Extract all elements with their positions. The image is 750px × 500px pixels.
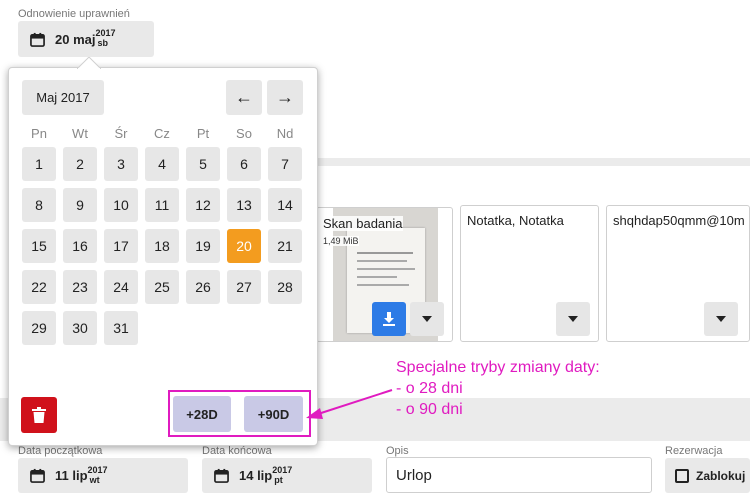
day-cell[interactable]: 25 (145, 270, 179, 304)
day-cell[interactable]: 26 (186, 270, 220, 304)
day-cell[interactable]: 28 (268, 270, 302, 304)
day-cell[interactable]: 23 (63, 270, 97, 304)
delete-date-button[interactable] (21, 397, 57, 433)
calendar-icon (30, 468, 45, 483)
day-cell[interactable]: 7 (268, 147, 302, 181)
day-cell[interactable]: 4 (145, 147, 179, 181)
checkbox-icon (675, 468, 689, 483)
calendar-icon (214, 468, 229, 483)
day-cell[interactable]: 15 (22, 229, 56, 263)
calendar-icon (30, 32, 45, 47)
file-card-scan[interactable]: Skan badania 1,49 MiB (316, 207, 453, 342)
day-cell[interactable]: 21 (268, 229, 302, 263)
weekday-label: Cz (154, 126, 170, 141)
trash-icon (32, 407, 46, 423)
description-input[interactable]: Urlop (386, 457, 652, 493)
renewal-day: 20 maj (55, 31, 96, 47)
renewal-label: Odnowienie uprawnień (18, 8, 130, 20)
scan-name: Skan badania (323, 216, 403, 231)
day-cell[interactable]: 31 (104, 311, 138, 345)
reservation-value: Zablokuj (696, 468, 746, 483)
renewal-weekday: sb (97, 38, 109, 48)
prev-month-button[interactable]: ← (226, 80, 262, 115)
chevron-down-icon (716, 316, 726, 322)
start-day: 11 lip (55, 468, 88, 483)
download-button[interactable] (372, 302, 406, 336)
reservation-toggle[interactable]: Zablokuj (665, 458, 750, 493)
file-card-email[interactable]: shqhdap50qmm@10m (606, 205, 750, 342)
start-year: 2017 (87, 464, 108, 475)
day-cell[interactable]: 18 (145, 229, 179, 263)
start-date-button[interactable]: 11 lip 2017 wt (18, 458, 188, 493)
download-icon (383, 312, 395, 326)
day-cell[interactable]: 5 (186, 147, 220, 181)
day-cell[interactable]: 24 (104, 270, 138, 304)
day-cell[interactable]: 22 (22, 270, 56, 304)
annotation-text: Specjalne tryby zmiany daty: - o 28 dni … (396, 357, 600, 420)
start-weekday: wt (89, 474, 100, 485)
day-cell-selected[interactable]: 20 (227, 229, 261, 263)
end-date-label: Data końcowa (202, 445, 272, 457)
annotation-line-3: - o 90 dni (396, 401, 463, 418)
end-date-button[interactable]: 14 lip 2017 pt (202, 458, 372, 493)
weekday-label: Nd (276, 126, 294, 141)
renewal-date-button[interactable]: 20 maj 2017 sb (18, 21, 154, 57)
file-card-note[interactable]: Notatka, Notatka (460, 205, 599, 342)
day-cell[interactable]: 16 (63, 229, 97, 263)
start-date-label: Data początkowa (18, 445, 103, 457)
day-cell[interactable]: 13 (227, 188, 261, 222)
description-label: Opis (386, 445, 409, 457)
date-picker-popup: Maj 2017 ← → Pn Wt Śr Cz Pt So Nd 1 2 3 4 5 6 7 8 9 10 1… (8, 67, 318, 446)
day-cell[interactable]: 10 (104, 188, 138, 222)
annotation-line-2: - o 28 dni (396, 380, 463, 397)
day-cell[interactable]: 9 (63, 188, 97, 222)
annotation-arrow (306, 389, 393, 419)
day-cell[interactable]: 29 (22, 311, 56, 345)
renewal-year: 2017 (95, 28, 116, 38)
reservation-label: Rezerwacja (665, 445, 723, 457)
scan-menu-button[interactable] (410, 302, 444, 336)
end-weekday: pt (274, 474, 283, 485)
end-day: 14 lip (239, 468, 273, 483)
day-cell[interactable]: 30 (63, 311, 97, 345)
day-cell[interactable]: 1 (22, 147, 56, 181)
day-cell[interactable]: 11 (145, 188, 179, 222)
next-month-button[interactable]: → (267, 80, 303, 115)
month-label[interactable]: Maj 2017 (22, 80, 104, 115)
email-text: shqhdap50qmm@10m (613, 213, 745, 228)
day-cell[interactable]: 3 (104, 147, 138, 181)
weekday-label: Pn (31, 126, 47, 141)
day-cell[interactable]: 8 (22, 188, 56, 222)
chevron-down-icon (568, 316, 578, 322)
plus90-button[interactable]: +90D (244, 396, 303, 432)
day-cell[interactable]: 27 (227, 270, 261, 304)
note-text: Notatka, Notatka (467, 213, 564, 228)
day-cell[interactable]: 12 (186, 188, 220, 222)
scan-size: 1,49 MiB (323, 236, 359, 246)
annotation-line-1: Specjalne tryby zmiany daty: (396, 359, 600, 376)
plus28-button[interactable]: +28D (173, 396, 231, 432)
day-cell[interactable]: 14 (268, 188, 302, 222)
email-menu-button[interactable] (704, 302, 738, 336)
weekday-label: Śr (114, 126, 128, 141)
day-cell[interactable]: 6 (227, 147, 261, 181)
chevron-down-icon (422, 316, 432, 322)
day-cell[interactable]: 19 (186, 229, 220, 263)
day-cell[interactable]: 2 (63, 147, 97, 181)
weekday-label: Pt (196, 126, 210, 141)
note-menu-button[interactable] (556, 302, 590, 336)
day-cell[interactable]: 17 (104, 229, 138, 263)
popup-arrow (77, 57, 101, 69)
weekday-label: Wt (72, 126, 88, 141)
end-year: 2017 (272, 464, 293, 475)
section-band-top (316, 158, 750, 166)
weekday-label: So (236, 126, 252, 141)
